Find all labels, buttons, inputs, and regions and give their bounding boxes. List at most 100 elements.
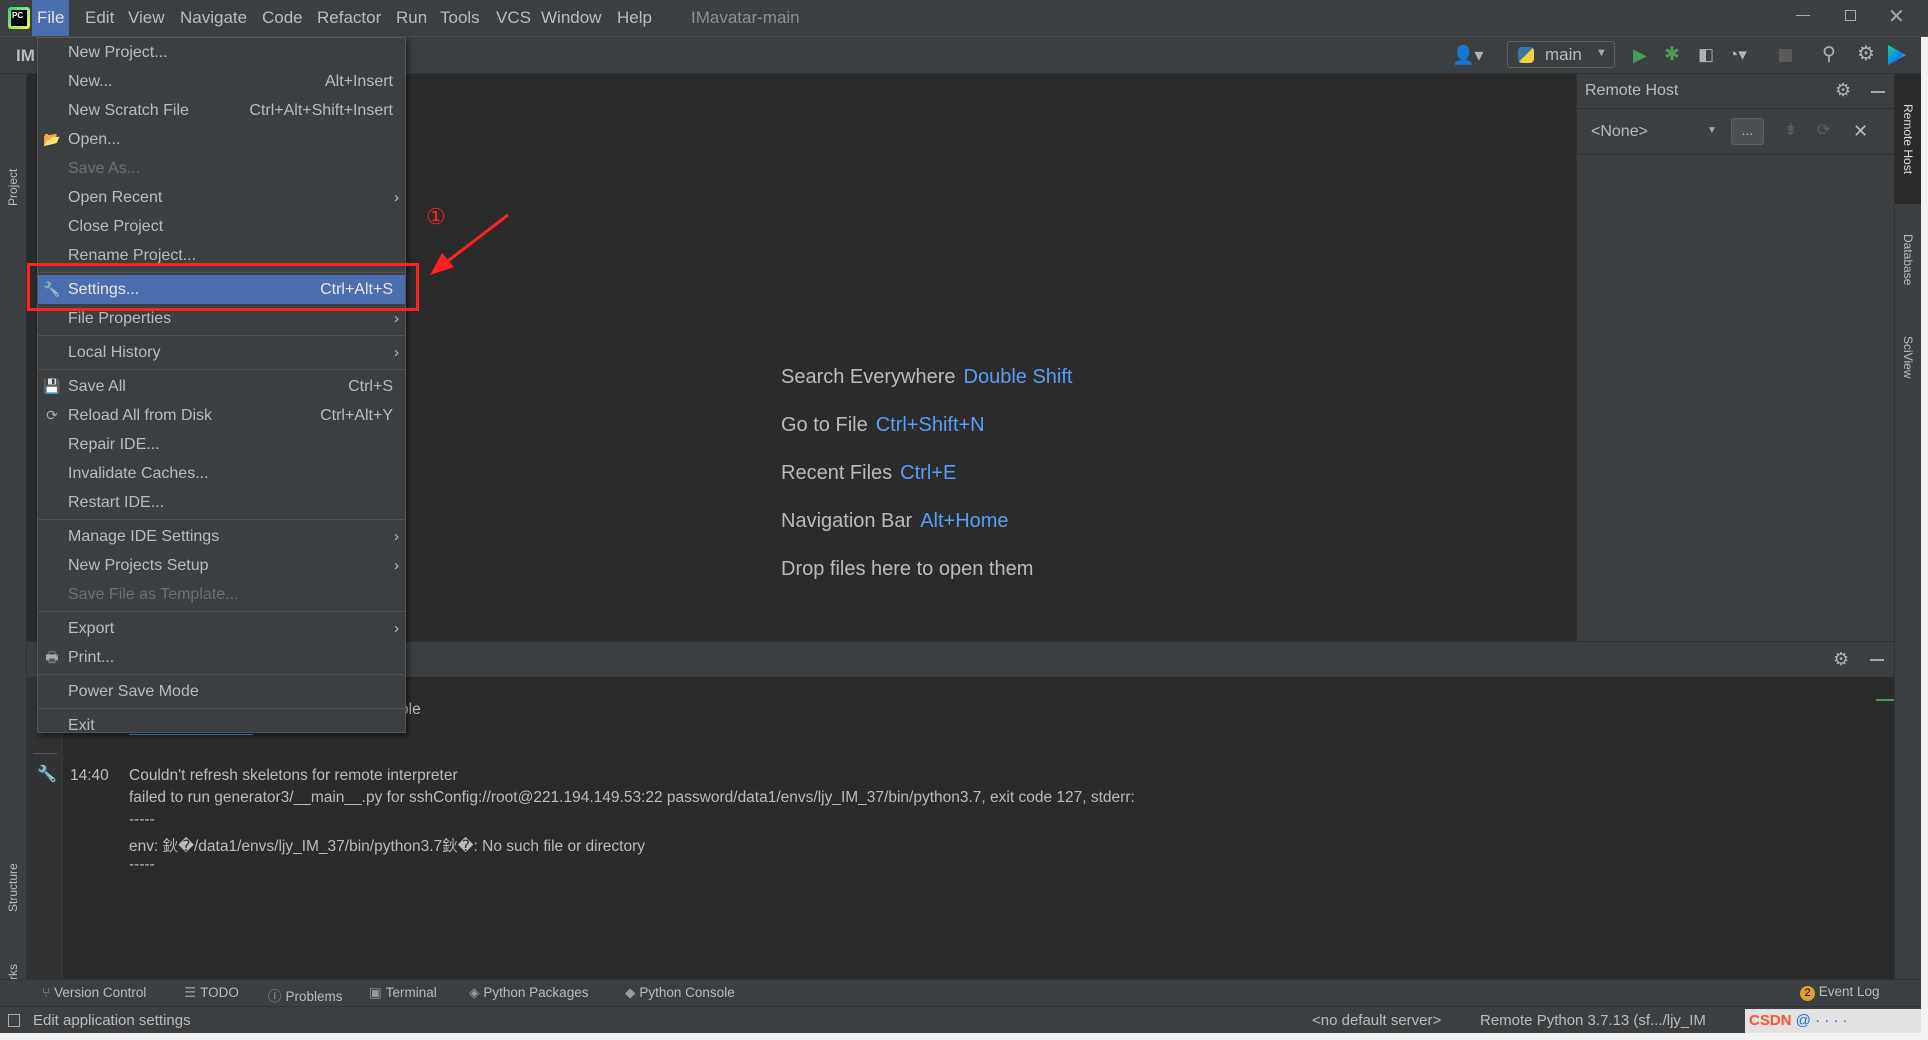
close-icon[interactable]: ✕ (1853, 122, 1868, 140)
event-log-button[interactable]: 2 Event Log (1800, 984, 1880, 1002)
menu-vcs[interactable]: VCS (491, 0, 536, 36)
interpreter-selector[interactable]: Remote Python 3.7.13 (sf.../ljy_IM (1480, 1012, 1706, 1029)
menu-item-repair-ide[interactable]: Repair IDE... (38, 430, 405, 459)
right-tool-strip: Remote Host Database SciView (1894, 74, 1921, 979)
welcome-hint: Drop files here to open them (781, 558, 1033, 581)
welcome-hint: Go to File Ctrl+Shift+N (781, 414, 985, 437)
menu-item-save-file-as-template[interactable]: Save File as Template... (38, 580, 405, 609)
run-config-selector[interactable]: main ▼ (1507, 41, 1615, 68)
chevron-down-icon: ▼ (1707, 125, 1717, 136)
menu-item-label: Exit (68, 717, 95, 734)
debug-icon[interactable]: ✱ (1664, 45, 1680, 64)
menu-item-print[interactable]: 🖶 Print... (38, 643, 405, 672)
tool-window-problems[interactable]: ⓘ Problems (268, 985, 343, 1005)
menu-item-label: Invalidate Caches... (68, 465, 209, 482)
menu-separator (38, 674, 405, 675)
project-tool-tab[interactable]: Project (6, 169, 20, 206)
divider (33, 753, 57, 754)
coverage-icon[interactable]: ◧ (1698, 46, 1714, 63)
menu-item-local-history[interactable]: Local History › (38, 338, 405, 367)
close-window-button[interactable]: ✕ (1888, 4, 1905, 29)
refresh-icon[interactable]: ⟳ (1817, 123, 1830, 139)
menu-item-open-recent[interactable]: Open Recent › (38, 183, 405, 212)
menu-view[interactable]: View (123, 0, 170, 36)
toggle-panels-icon[interactable] (8, 1014, 20, 1027)
menu-item-label: Save As... (68, 160, 141, 177)
event-time: 14:40 (70, 767, 109, 784)
chevron-right-icon: › (394, 557, 399, 574)
menu-window[interactable]: Window (536, 0, 606, 36)
gear-icon[interactable]: ⚙ (1833, 650, 1849, 668)
python-icon (1518, 47, 1534, 63)
remote-host-selector[interactable]: <None> ▼ (1585, 118, 1725, 146)
user-icon[interactable]: 👤▾ (1452, 46, 1483, 64)
hint-label: Drop files here to open them (781, 558, 1034, 580)
browse-button[interactable]: ... (1731, 118, 1764, 145)
hint-shortcut[interactable]: Ctrl+E (900, 462, 956, 484)
hint-shortcut[interactable]: Alt+Home (920, 510, 1008, 532)
tool-window-version-control[interactable]: ⑂ Version Control (42, 985, 146, 1000)
pycharm-logo-icon: PC (8, 7, 30, 29)
menu-file[interactable]: File (32, 0, 70, 36)
structure-tool-tab[interactable]: Structure (6, 863, 20, 912)
menu-item-new-projects-setup[interactable]: New Projects Setup › (38, 551, 405, 580)
profile-icon[interactable]: ◔▾ (1728, 46, 1747, 63)
menu-item-exit[interactable]: Exit (38, 711, 405, 740)
menu-item-invalidate-caches[interactable]: Invalidate Caches... (38, 459, 405, 488)
gear-icon[interactable]: ⚙ (1835, 81, 1851, 99)
menu-item-new-scratch-file[interactable]: New Scratch File Ctrl+Alt+Shift+Insert (38, 96, 405, 125)
menu-item-reload-all-from-disk[interactable]: ⟳ Reload All from Disk Ctrl+Alt+Y (38, 401, 405, 430)
menu-item-label: Manage IDE Settings (68, 528, 220, 545)
tool-window-terminal[interactable]: ▣ Terminal (369, 985, 437, 1001)
welcome-hint: Recent Files Ctrl+E (781, 462, 956, 485)
restore-button[interactable] (1845, 10, 1856, 21)
menu-item-open[interactable]: 📂 Open... (38, 125, 405, 154)
menu-item-new-project[interactable]: New Project... (38, 38, 405, 67)
menu-separator (38, 335, 405, 336)
run-icon[interactable]: ▶ (1633, 46, 1647, 64)
menu-item-export[interactable]: Export › (38, 614, 405, 643)
tool-window-label: Python Packages (483, 985, 589, 1000)
menu-tools[interactable]: Tools (435, 0, 485, 36)
sciview-tool-tab[interactable]: SciView (1901, 336, 1915, 378)
tool-window-label: Version Control (54, 985, 147, 1000)
event-log-line: env: 鈥�/data1/envs/ljy_IM_37/bin/python3… (129, 838, 645, 855)
stop-icon[interactable] (1779, 49, 1792, 62)
divider (1577, 108, 1895, 109)
database-tool-tab[interactable]: Database (1901, 234, 1915, 285)
event-count-badge: 2 (1800, 986, 1815, 1001)
hint-shortcut[interactable]: Double Shift (964, 366, 1073, 388)
tool-window-python-packages[interactable]: ◈ Python Packages (469, 985, 588, 1001)
search-icon[interactable]: ⚲ (1822, 45, 1836, 64)
event-log-line: Couldn't refresh skeletons for remote in… (129, 767, 458, 784)
menu-edit[interactable]: Edit (80, 0, 119, 36)
default-server[interactable]: <no default server> (1312, 1012, 1441, 1029)
tool-window-python-console[interactable]: ◆ Python Console (625, 985, 735, 1001)
menu-item-new[interactable]: New... Alt+Insert (38, 67, 405, 96)
tool-window-todo[interactable]: ☰ TODO (184, 985, 239, 1001)
menu-run[interactable]: Run (391, 0, 432, 36)
gear-icon[interactable]: ⚙ (1857, 44, 1875, 64)
menu-code[interactable]: Code (257, 0, 308, 36)
menu-item-close-project[interactable]: Close Project (38, 212, 405, 241)
jetbrains-logo-icon[interactable] (1888, 45, 1906, 65)
collapse-icon[interactable]: ⇟ (1784, 123, 1797, 139)
hint-shortcut[interactable]: Ctrl+Shift+N (876, 414, 985, 436)
minimize-button[interactable] (1796, 15, 1810, 16)
minimize-panel-button[interactable] (1871, 91, 1885, 93)
menu-item-manage-ide-settings[interactable]: Manage IDE Settings › (38, 522, 405, 551)
file-menu: New Project... New... Alt+Insert New Scratc… (37, 37, 406, 734)
menu-refactor[interactable]: Refactor (312, 0, 386, 36)
menu-item-power-save-mode[interactable]: Power Save Mode (38, 677, 405, 706)
hint-label: Search Everywhere (781, 366, 956, 388)
menu-navigate[interactable]: Navigate (175, 0, 252, 36)
remote-host-tool-tab[interactable]: Remote Host (1901, 104, 1915, 174)
menu-item-label: New... (68, 73, 113, 90)
menu-separator (38, 611, 405, 612)
minimize-panel-button[interactable] (1870, 659, 1884, 661)
menu-item-restart-ide[interactable]: Restart IDE... (38, 488, 405, 517)
menu-item-save-all[interactable]: 💾 Save All Ctrl+S (38, 372, 405, 401)
menu-help[interactable]: Help (612, 0, 657, 36)
remote-host-title: Remote Host (1585, 82, 1679, 99)
menu-item-save-as[interactable]: Save As... (38, 154, 405, 183)
